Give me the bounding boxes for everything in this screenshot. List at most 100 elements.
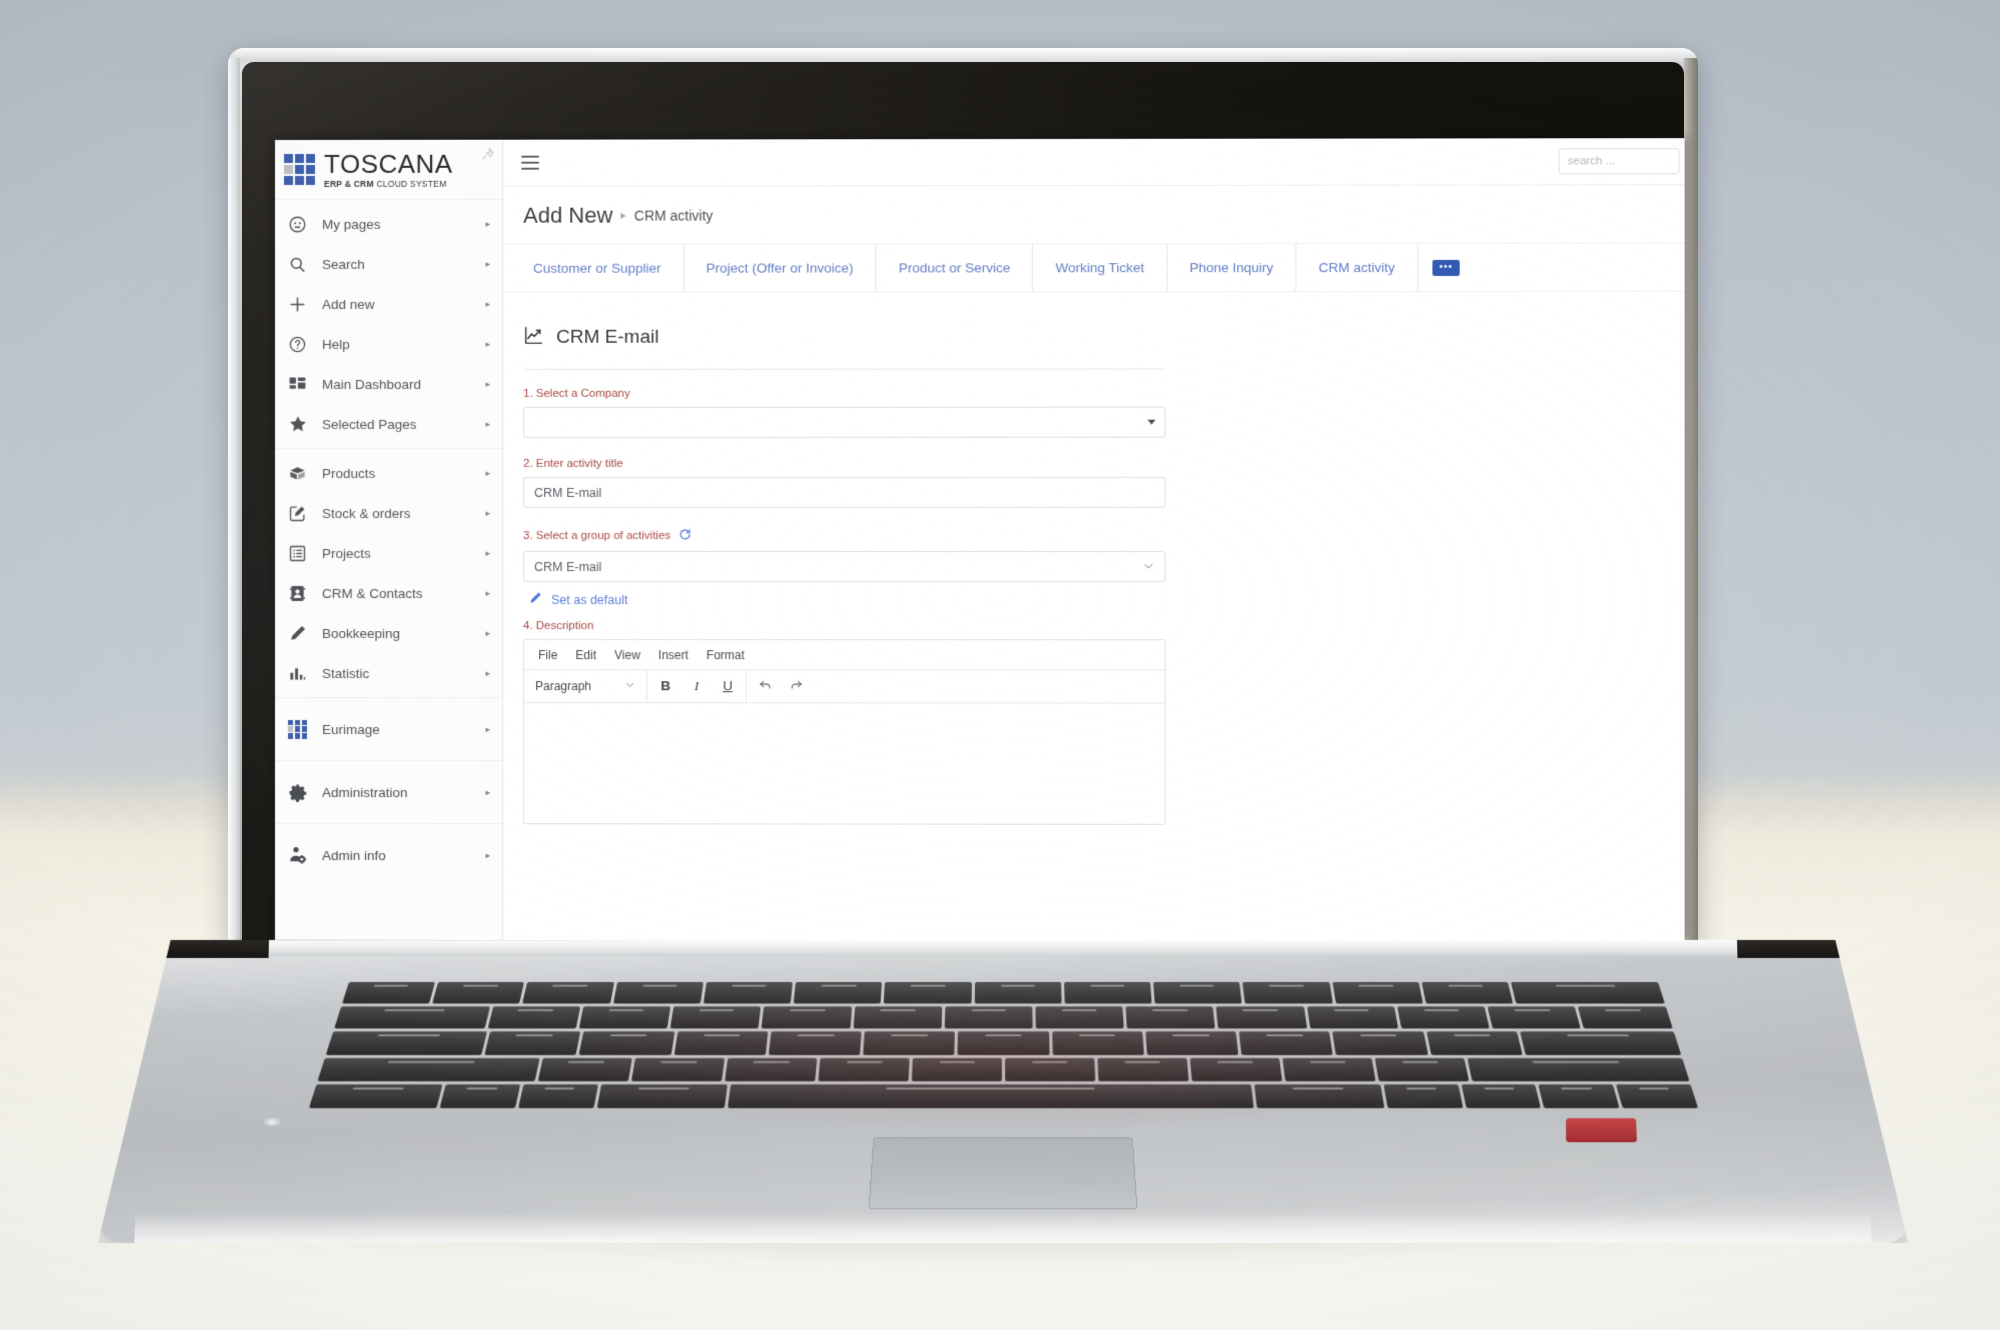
activity-group-select[interactable]: CRM E-mail <box>523 551 1166 583</box>
pin-icon[interactable] <box>481 146 494 164</box>
key <box>1332 1032 1427 1055</box>
sidebar-item-help[interactable]: Help ▸ <box>275 324 502 364</box>
tab-working-ticket[interactable]: Working Ticket <box>1033 244 1168 292</box>
key <box>1064 982 1152 1004</box>
key <box>957 1032 1049 1055</box>
italic-button[interactable]: I <box>688 678 706 693</box>
sidebar: TOSCANA ERP & CRM CLOUD SYSTEM My pages … <box>275 139 504 941</box>
sidebar-group-admin-info: Admin info ▸ <box>275 824 502 886</box>
sidebar-item-statistic[interactable]: Statistic ▸ <box>275 653 502 693</box>
sidebar-item-projects[interactable]: Projects ▸ <box>275 533 502 573</box>
chevron-right-icon: ▸ <box>485 418 491 429</box>
tab-phone-inquiry[interactable]: Phone Inquiry <box>1167 243 1297 292</box>
gear-icon <box>288 783 314 802</box>
description-field-label: 4. Description <box>523 620 594 633</box>
sidebar-item-my-pages[interactable]: My pages ▸ <box>275 204 502 244</box>
lid-left-edge <box>228 58 240 943</box>
search-input[interactable] <box>1558 148 1680 175</box>
hinge-bar <box>251 940 1756 956</box>
chevron-right-icon: ▸ <box>485 667 491 678</box>
editor-menu-insert[interactable]: Insert <box>658 648 688 662</box>
sidebar-label: My pages <box>322 216 381 232</box>
sidebar-item-crm-contacts[interactable]: CRM & Contacts ▸ <box>275 573 502 613</box>
brand-header[interactable]: TOSCANA ERP & CRM CLOUD SYSTEM <box>275 139 503 200</box>
key <box>1510 982 1664 1004</box>
tab-project-offer-or-invoice[interactable]: Project (Offer or Invoice) <box>684 244 877 292</box>
company-select[interactable] <box>523 406 1166 438</box>
key <box>853 1007 942 1029</box>
editor-menu-format[interactable]: Format <box>706 648 744 662</box>
sidebar-label: Add new <box>322 296 375 312</box>
paragraph-format-value: Paragraph <box>535 679 592 694</box>
topbar <box>503 138 1685 187</box>
key <box>1242 982 1332 1004</box>
toolbar-group-format: Paragraph <box>524 670 648 703</box>
sidebar-item-search[interactable]: Search ▸ <box>275 244 502 284</box>
activity-title-input[interactable]: CRM E-mail <box>523 476 1166 508</box>
hamburger-menu-icon[interactable] <box>519 152 545 174</box>
tab-bar: Customer or Supplier Project (Offer or I… <box>503 243 1685 293</box>
description-textarea[interactable] <box>524 703 1165 824</box>
keyboard[interactable] <box>309 982 1698 1108</box>
laptop-device: DELL TOSCANA ERP & CRM CLOUD SYSTEM <box>0 0 2000 1330</box>
trackpad[interactable] <box>868 1137 1137 1209</box>
editor-menu-edit[interactable]: Edit <box>576 648 597 662</box>
power-led[interactable] <box>263 1117 281 1127</box>
undo-button[interactable] <box>756 677 774 695</box>
user-gear-icon <box>288 845 314 865</box>
tab-crm-activity[interactable]: CRM activity <box>1296 243 1419 292</box>
brand-tagline: ERP & CRM CLOUD SYSTEM <box>324 178 453 189</box>
key <box>1467 1058 1689 1081</box>
sidebar-item-main-dashboard[interactable]: Main Dashboard ▸ <box>275 364 502 404</box>
breadcrumb-current: CRM activity <box>634 207 714 224</box>
key <box>596 1084 727 1108</box>
chevron-right-icon: ▸ <box>485 786 491 797</box>
key <box>317 1058 539 1081</box>
key <box>537 1058 631 1081</box>
sidebar-item-eurimage[interactable]: Eurimage ▸ <box>275 700 502 758</box>
keyboard-row <box>342 982 1665 1004</box>
sidebar-item-admin-info[interactable]: Admin info ▸ <box>275 826 502 884</box>
sidebar-item-products[interactable]: Products ▸ <box>275 453 502 493</box>
editor-menu-view[interactable]: View <box>614 648 640 662</box>
key <box>342 982 435 1004</box>
user-circle-icon <box>288 214 314 233</box>
bold-button[interactable]: B <box>656 678 674 693</box>
lid-right-edge <box>1684 58 1698 943</box>
key <box>1005 1058 1095 1081</box>
paragraph-format-select[interactable]: Paragraph <box>533 679 637 693</box>
key <box>793 982 882 1004</box>
set-as-default-button[interactable]: Set as default <box>523 582 1165 608</box>
contact-card-icon <box>288 584 314 603</box>
key <box>1239 1032 1333 1055</box>
editor-menu-file[interactable]: File <box>538 648 557 662</box>
key <box>522 982 613 1004</box>
form-heading-text: CRM E-mail <box>556 326 659 348</box>
key <box>1578 1007 1672 1029</box>
underline-button[interactable]: U <box>719 678 737 693</box>
laptop-keyboard-deck <box>98 940 1908 1243</box>
list-card-icon <box>288 544 314 563</box>
key <box>1190 1058 1282 1081</box>
sidebar-item-selected-pages[interactable]: Selected Pages ▸ <box>275 404 502 444</box>
refresh-icon[interactable] <box>679 528 692 544</box>
sidebar-label: Statistic <box>322 665 370 681</box>
sidebar-item-administration[interactable]: Administration ▸ <box>275 763 502 821</box>
sidebar-label: Search <box>322 256 365 272</box>
sidebar-item-stock-orders[interactable]: Stock & orders ▸ <box>275 493 502 533</box>
sidebar-group-modules: Products ▸ Stock & orders ▸ Projects ▸ C… <box>275 448 503 699</box>
key <box>432 982 524 1004</box>
key <box>326 1032 487 1055</box>
sidebar-item-add-new[interactable]: Add new ▸ <box>275 284 502 324</box>
tab-product-or-service[interactable]: Product or Service <box>876 244 1034 292</box>
chevron-right-icon: ▸ <box>485 627 491 638</box>
tab-customer-or-supplier[interactable]: Customer or Supplier <box>511 244 685 292</box>
key <box>579 1032 674 1055</box>
key <box>884 982 972 1004</box>
tab-overflow-button[interactable]: ••• <box>1418 244 1474 291</box>
redo-button[interactable] <box>787 677 805 695</box>
sidebar-item-bookkeeping[interactable]: Bookkeeping ▸ <box>275 613 502 653</box>
brand-tagline-rest: CLOUD SYSTEM <box>373 178 447 189</box>
